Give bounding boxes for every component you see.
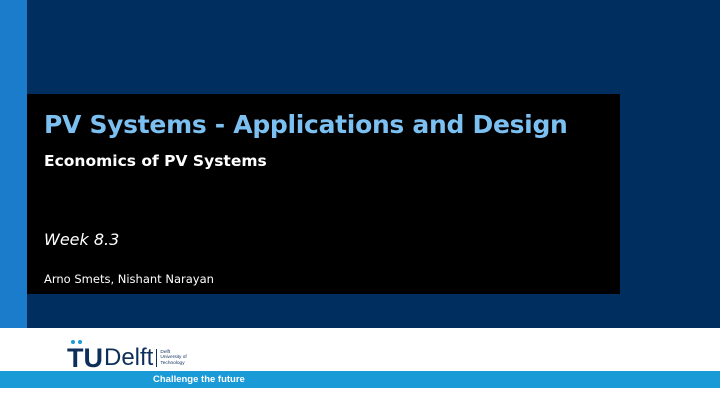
footer-bar: Challenge the future bbox=[0, 371, 720, 388]
slide-title: PV Systems - Applications and Design bbox=[44, 110, 568, 139]
authors: Arno Smets, Nishant Narayan bbox=[44, 272, 214, 286]
logo-mark: TU bbox=[67, 339, 103, 373]
logo-dot-icon bbox=[71, 339, 75, 344]
logo-mark-text: TU bbox=[67, 342, 103, 373]
tagline: Challenge the future bbox=[153, 374, 245, 385]
accent-bar bbox=[0, 0, 27, 328]
title-box: PV Systems - Applications and Design Eco… bbox=[27, 94, 620, 294]
logo-divider bbox=[156, 349, 158, 367]
logo-subtitle: Delft University of Technology bbox=[160, 350, 186, 367]
logo-name: Delft bbox=[104, 344, 154, 371]
logo-sub-line: Technology bbox=[160, 360, 185, 366]
week-label: Week 8.3 bbox=[44, 230, 120, 249]
logo-dot-icon bbox=[78, 339, 82, 344]
slide-subtitle: Economics of PV Systems bbox=[44, 152, 267, 170]
footer-bottom bbox=[0, 388, 720, 405]
tu-delft-logo: TU Delft Delft University of Technology bbox=[67, 339, 187, 373]
